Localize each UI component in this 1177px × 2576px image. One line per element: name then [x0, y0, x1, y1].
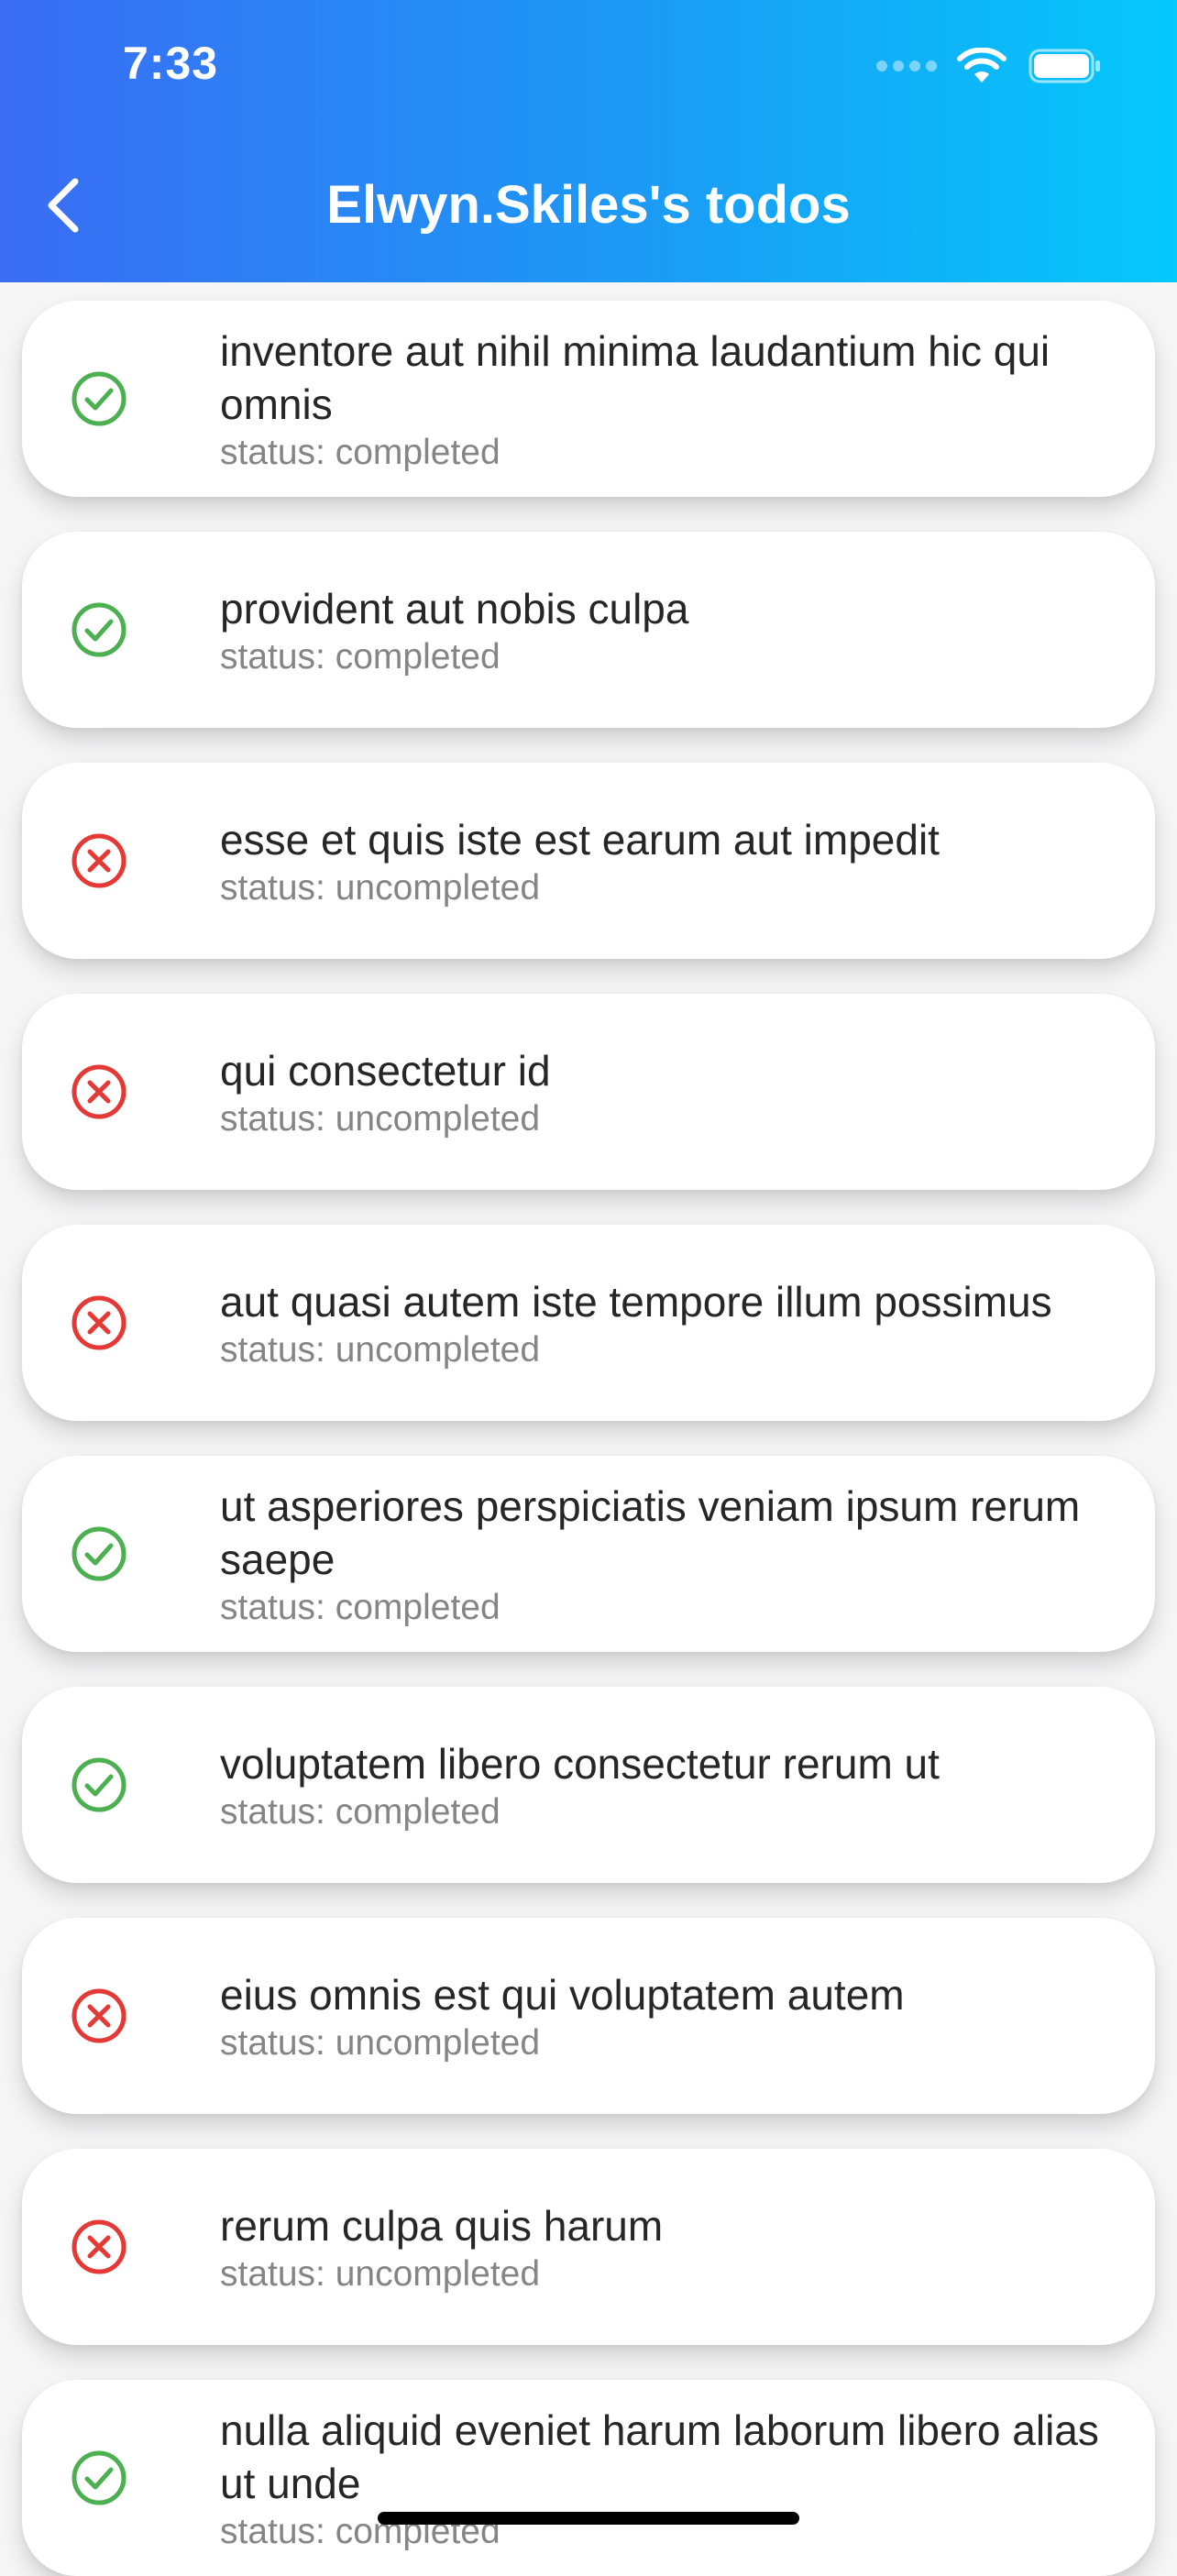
todo-text: voluptatem libero consectetur rerum ut s… — [220, 1737, 1100, 1833]
todo-card[interactable]: voluptatem libero consectetur rerum ut s… — [22, 1687, 1155, 1883]
todo-text: esse et quis iste est earum aut impedit … — [220, 813, 1100, 908]
todo-status: status: uncompleted — [220, 868, 541, 908]
check-circle-icon — [70, 1756, 128, 1814]
todo-text: inventore aut nihil minima laudantium hi… — [220, 325, 1100, 473]
todo-card[interactable]: qui consectetur id status: uncompleted — [22, 994, 1155, 1190]
todo-status: status: uncompleted — [220, 1099, 541, 1139]
battery-icon — [1028, 49, 1100, 83]
todo-text: eius omnis est qui voluptatem autem stat… — [220, 1968, 1100, 2064]
todo-status: status: completed — [220, 433, 500, 472]
todo-card[interactable]: esse et quis iste est earum aut impedit … — [22, 763, 1155, 959]
todo-text: rerum culpa quis harum status: uncomplet… — [220, 2199, 1100, 2295]
cancel-circle-icon — [70, 1294, 128, 1352]
todo-title: esse et quis iste est earum aut impedit — [220, 816, 940, 864]
todo-title: qui consectetur id — [220, 1047, 551, 1095]
todo-text: qui consectetur id status: uncompleted — [220, 1044, 1100, 1139]
wifi-icon — [957, 48, 1006, 83]
todo-text: aut quasi autem iste tempore illum possi… — [220, 1275, 1100, 1371]
todo-title: ut asperiores perspiciatis veniam ipsum … — [220, 1482, 1081, 1583]
todo-card[interactable]: rerum culpa quis harum status: uncomplet… — [22, 2149, 1155, 2345]
todo-text: provident aut nobis culpa status: comple… — [220, 582, 1100, 677]
todo-card[interactable]: eius omnis est qui voluptatem autem stat… — [22, 1918, 1155, 2114]
todo-card[interactable]: provident aut nobis culpa status: comple… — [22, 532, 1155, 728]
todo-title: provident aut nobis culpa — [220, 585, 689, 633]
todo-text: nulla aliquid eveniet harum laborum libe… — [220, 2404, 1100, 2552]
page-title: Elwyn.Skiles's todos — [326, 175, 851, 235]
todo-title: nulla aliquid eveniet harum laborum libe… — [220, 2406, 1099, 2507]
todo-title: voluptatem libero consectetur rerum ut — [220, 1740, 940, 1788]
todo-card[interactable]: inventore aut nihil minima laudantium hi… — [22, 301, 1155, 497]
check-circle-icon — [70, 2449, 128, 2507]
todo-title: rerum culpa quis harum — [220, 2202, 664, 2250]
home-indicator[interactable] — [378, 2512, 799, 2525]
todo-status: status: uncompleted — [220, 2023, 541, 2063]
todo-status: status: uncompleted — [220, 1330, 541, 1370]
todo-list[interactable]: inventore aut nihil minima laudantium hi… — [0, 0, 1177, 2576]
todo-text: ut asperiores perspiciatis veniam ipsum … — [220, 1480, 1100, 1628]
check-circle-icon — [70, 369, 128, 428]
todo-title: aut quasi autem iste tempore illum possi… — [220, 1278, 1052, 1326]
app-header: 7:33 Elwyn.Skiles's todos — [0, 0, 1177, 282]
status-bar-time: 7:33 — [123, 38, 219, 89]
todo-title: eius omnis est qui voluptatem autem — [220, 1971, 905, 2019]
cancel-circle-icon — [70, 2218, 128, 2276]
cancel-circle-icon — [70, 1987, 128, 2045]
cancel-circle-icon — [70, 831, 128, 890]
todo-card[interactable]: ut asperiores perspiciatis veniam ipsum … — [22, 1456, 1155, 1652]
todo-status: status: uncompleted — [220, 2254, 541, 2294]
check-circle-icon — [70, 600, 128, 659]
todo-card[interactable]: aut quasi autem iste tempore illum possi… — [22, 1225, 1155, 1421]
todo-title: inventore aut nihil minima laudantium hi… — [220, 327, 1050, 428]
status-bar-icons — [876, 46, 1102, 86]
todo-status: status: completed — [220, 637, 500, 677]
cancel-circle-icon — [70, 1062, 128, 1121]
todo-status: status: completed — [220, 1792, 500, 1832]
todo-status: status: completed — [220, 1588, 500, 1627]
check-circle-icon — [70, 1525, 128, 1583]
cellular-signal-icon — [876, 61, 937, 72]
